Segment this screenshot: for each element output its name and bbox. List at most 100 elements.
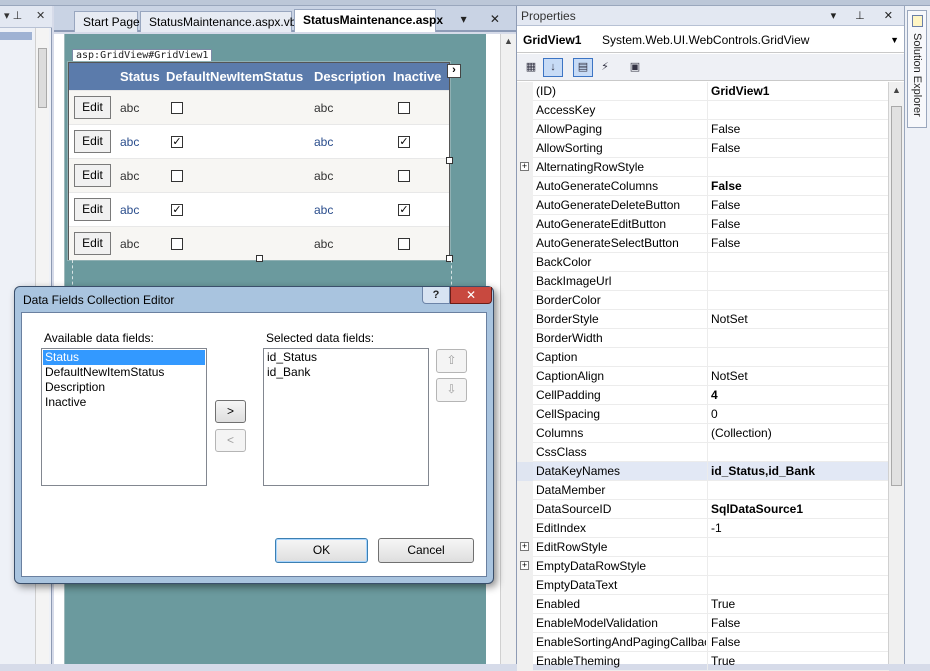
inactive-checkbox[interactable]	[398, 170, 410, 182]
property-row[interactable]: AccessKey	[517, 101, 889, 120]
expand-plus-icon[interactable]: +	[520, 542, 529, 551]
property-row[interactable]: BorderColor	[517, 291, 889, 310]
property-column-divider[interactable]	[707, 101, 708, 120]
property-column-divider[interactable]	[707, 405, 708, 424]
property-column-divider[interactable]	[707, 652, 708, 671]
property-column-divider[interactable]	[707, 177, 708, 196]
scroll-up-arrow-icon[interactable]: ▲	[892, 85, 901, 95]
list-item[interactable]: DefaultNewItemStatus	[43, 365, 205, 380]
move-up-button[interactable]: ⇧	[436, 349, 467, 373]
property-column-divider[interactable]	[707, 348, 708, 367]
categorized-icon[interactable]: ▦	[521, 58, 541, 77]
property-pages-icon[interactable]: ▣	[625, 58, 645, 77]
property-value[interactable]: SqlDataSource1	[711, 502, 803, 516]
property-value[interactable]: 0	[711, 407, 718, 421]
resize-handle-right[interactable]	[446, 157, 453, 164]
property-row[interactable]: DataKeyNames id_Status,id_Bank	[517, 462, 889, 481]
property-column-divider[interactable]	[707, 310, 708, 329]
property-column-divider[interactable]	[707, 367, 708, 386]
property-value[interactable]: False	[711, 198, 740, 212]
property-column-divider[interactable]	[707, 234, 708, 253]
property-row[interactable]: CaptionAlign NotSet	[517, 367, 889, 386]
property-grid-scroll-thumb[interactable]	[891, 106, 902, 486]
property-grid-scrollbar[interactable]: ▲	[888, 82, 904, 664]
property-row[interactable]: AllowSorting False	[517, 139, 889, 158]
property-row[interactable]: + EditRowStyle	[517, 538, 889, 557]
tab-status-maintenance-aspx[interactable]: StatusMaintenance.aspx	[294, 9, 443, 32]
property-value[interactable]: False	[711, 217, 740, 231]
left-pane-pin-icon[interactable]: ▾ ⊥	[4, 9, 22, 22]
list-item[interactable]: Status	[43, 350, 205, 365]
move-down-button[interactable]: ⇩	[436, 378, 467, 402]
edit-button[interactable]: Edit	[74, 232, 111, 255]
property-row[interactable]: + AlternatingRowStyle	[517, 158, 889, 177]
property-row[interactable]: BorderStyle NotSet	[517, 310, 889, 329]
property-value[interactable]: False	[711, 616, 740, 630]
list-item[interactable]: Inactive	[43, 395, 205, 410]
property-column-divider[interactable]	[707, 215, 708, 234]
list-item[interactable]: id_Status	[265, 350, 427, 365]
property-column-divider[interactable]	[707, 576, 708, 595]
property-column-divider[interactable]	[707, 386, 708, 405]
edit-button[interactable]: Edit	[74, 164, 111, 187]
property-row[interactable]: Caption	[517, 348, 889, 367]
property-value[interactable]: False	[711, 635, 740, 649]
property-value[interactable]: False	[711, 122, 740, 136]
property-row[interactable]: EditIndex -1	[517, 519, 889, 538]
property-column-divider[interactable]	[707, 196, 708, 215]
gridview-preview[interactable]: Status DefaultNewItemStatus Description …	[68, 62, 453, 262]
scroll-up-arrow-icon[interactable]: ▲	[504, 36, 513, 46]
property-row[interactable]: DataMember	[517, 481, 889, 500]
property-column-divider[interactable]	[707, 120, 708, 139]
property-column-divider[interactable]	[707, 139, 708, 158]
property-column-divider[interactable]	[707, 481, 708, 500]
property-column-divider[interactable]	[707, 538, 708, 557]
close-button[interactable]: ✕	[450, 287, 492, 304]
property-value[interactable]: False	[711, 236, 740, 250]
property-value[interactable]: False	[711, 179, 742, 193]
smart-tag-arrow-icon[interactable]: ›	[447, 64, 461, 78]
property-row[interactable]: AutoGenerateSelectButton False	[517, 234, 889, 253]
property-column-divider[interactable]	[707, 500, 708, 519]
property-row[interactable]: BackColor	[517, 253, 889, 272]
tab-start-page[interactable]: Start Page	[74, 11, 140, 32]
left-pane-close-icon[interactable]: ✕	[36, 9, 45, 22]
property-row[interactable]: AutoGenerateEditButton False	[517, 215, 889, 234]
property-row[interactable]: BackImageUrl	[517, 272, 889, 291]
inactive-checkbox[interactable]: ✓	[398, 136, 410, 148]
property-row[interactable]: EmptyDataText	[517, 576, 889, 595]
expand-plus-icon[interactable]: +	[520, 162, 529, 171]
object-selector-dropdown[interactable]: GridView1 System.Web.UI.WebControls.Grid…	[517, 27, 905, 53]
property-row[interactable]: (ID) GridView1	[517, 82, 889, 101]
property-value[interactable]: NotSet	[711, 312, 748, 326]
cancel-button[interactable]: Cancel	[378, 538, 474, 563]
property-column-divider[interactable]	[707, 519, 708, 538]
property-row[interactable]: BorderWidth	[517, 329, 889, 348]
expand-plus-icon[interactable]: +	[520, 561, 529, 570]
property-row[interactable]: Columns (Collection)	[517, 424, 889, 443]
property-column-divider[interactable]	[707, 614, 708, 633]
left-pane-selected-item[interactable]	[0, 32, 32, 40]
list-item[interactable]: id_Bank	[265, 365, 427, 380]
property-value[interactable]: NotSet	[711, 369, 748, 383]
property-value[interactable]: (Collection)	[711, 426, 772, 440]
designer-scrollbar[interactable]: ▲	[500, 34, 516, 664]
chevron-down-icon[interactable]: ▼	[890, 35, 899, 45]
property-row[interactable]: AutoGenerateColumns False	[517, 177, 889, 196]
default-new-item-status-checkbox[interactable]	[171, 102, 183, 114]
property-value[interactable]: True	[711, 597, 735, 611]
property-column-divider[interactable]	[707, 291, 708, 310]
inactive-checkbox[interactable]	[398, 102, 410, 114]
default-new-item-status-checkbox[interactable]	[171, 238, 183, 250]
events-lightning-icon[interactable]: ⚡	[595, 58, 615, 77]
property-column-divider[interactable]	[707, 424, 708, 443]
ok-button[interactable]: OK	[275, 538, 368, 563]
property-row[interactable]: CssClass	[517, 443, 889, 462]
property-value[interactable]: True	[711, 654, 735, 668]
tab-status-maintenance-vb[interactable]: StatusMaintenance.aspx.vb	[140, 11, 296, 32]
alphabetical-sort-icon[interactable]: ↓	[543, 58, 563, 77]
property-value[interactable]: 4	[711, 388, 718, 402]
default-new-item-status-checkbox[interactable]: ✓	[171, 136, 183, 148]
property-value[interactable]: GridView1	[711, 84, 769, 98]
property-column-divider[interactable]	[707, 443, 708, 462]
